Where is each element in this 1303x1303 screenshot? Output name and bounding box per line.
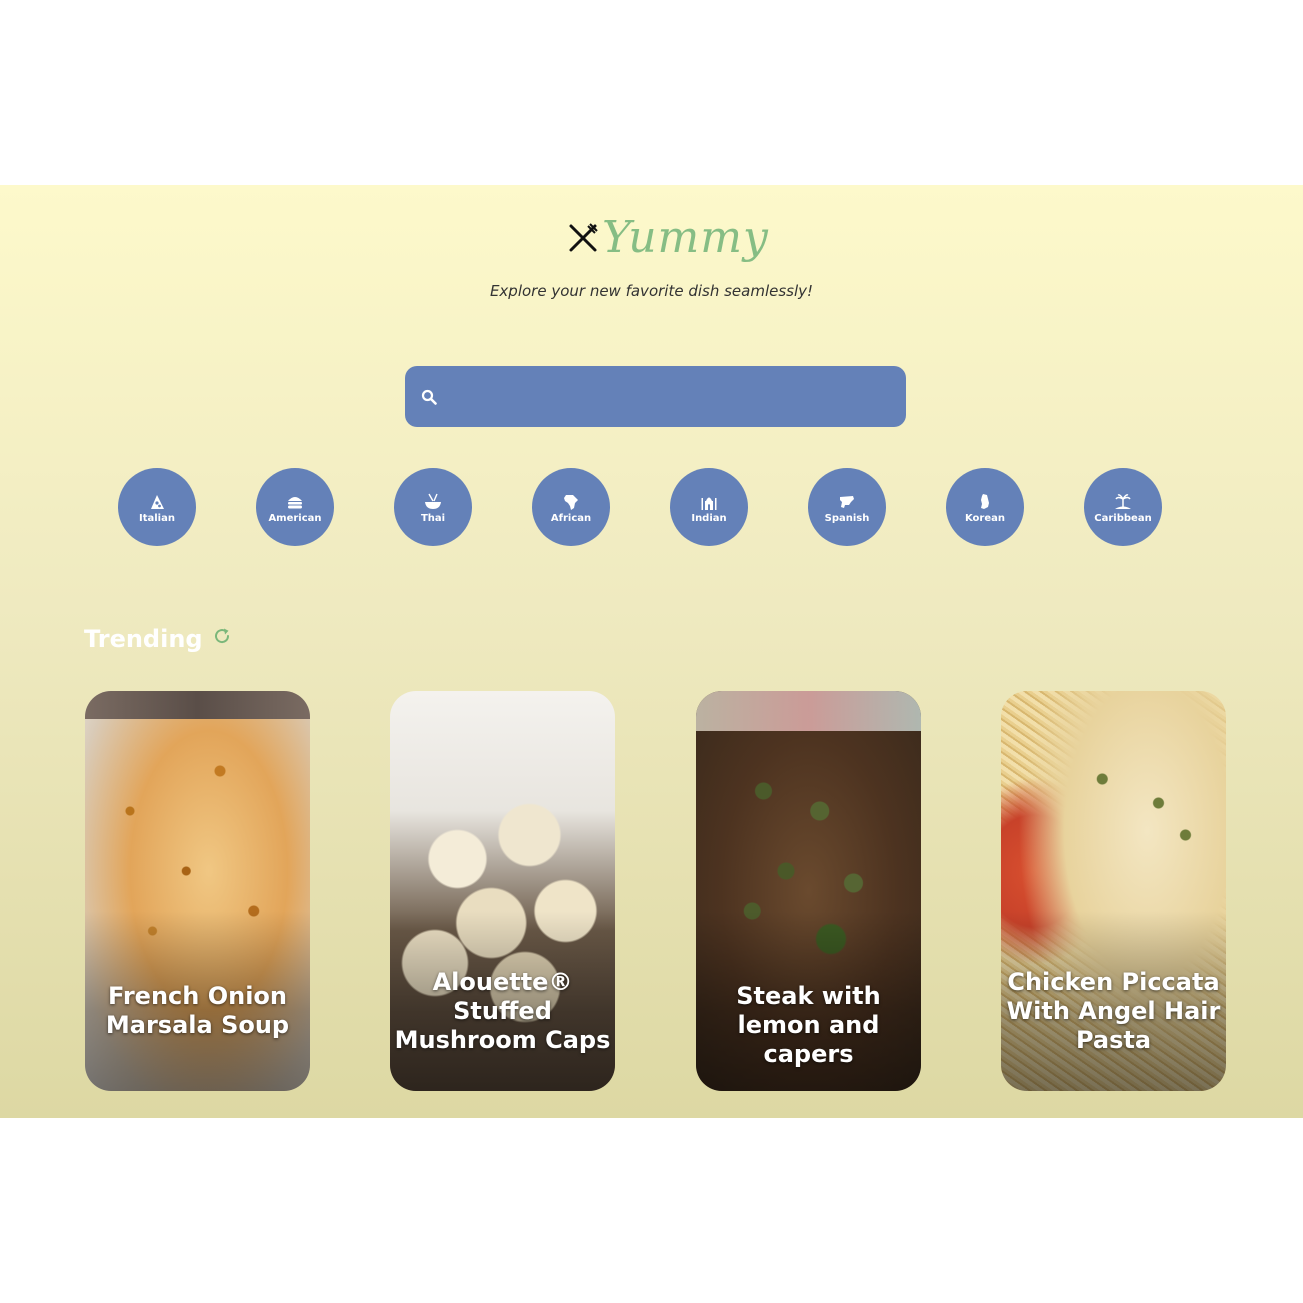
cuisine-button-spanish[interactable]: Spanish [808,468,886,546]
cuisine-label: Indian [691,513,727,524]
logo[interactable]: Yummy [566,210,769,266]
trending-header: Trending [84,622,231,656]
recipe-card[interactable]: Alouette® Stuffed Mushroom Caps [390,691,615,1091]
africa-map-icon [564,495,578,510]
cuisine-button-indian[interactable]: Indian [670,468,748,546]
hamburger-icon [288,497,302,509]
cuisine-label: Korean [964,513,1006,524]
cuisine-button-american[interactable]: American [256,468,334,546]
cuisine-button-korean[interactable]: Korean [946,468,1024,546]
search-bar[interactable] [405,366,906,427]
refresh-icon[interactable] [213,627,231,645]
card-title: Chicken Piccata With Angel Hair Pasta [1006,968,1221,1054]
korea-map-icon [981,494,989,509]
trending-title: Trending [84,625,203,653]
cuisine-button-caribbean[interactable]: Caribbean [1084,468,1162,546]
cuisine-label: American [268,513,322,524]
logo-text: Yummy [602,212,769,263]
card-title: French Onion Marsala Soup [105,982,290,1039]
cuisine-button-thai[interactable]: Thai [394,468,472,546]
cuisine-label: Spanish [824,513,870,524]
card-title: Alouette® Stuffed Mushroom Caps [394,968,611,1054]
search-icon [421,389,437,405]
recipe-card[interactable]: French Onion Marsala Soup [85,691,310,1091]
cuisine-button-african[interactable]: African [532,468,610,546]
card-title: Steak with lemon and capers [736,982,881,1068]
noodle-bowl-icon [425,493,441,509]
search-input[interactable] [447,366,906,427]
spain-map-icon [840,496,854,508]
island-icon [1115,494,1131,509]
recipe-card[interactable]: Steak with lemon and capers [696,691,921,1091]
cuisine-list: Italian American Thai African Indian Spa… [0,468,1303,546]
cuisine-label: Italian [139,513,175,524]
fork-knife-icon [569,223,598,252]
recipe-card[interactable]: Chicken Piccata With Angel Hair Pasta [1001,691,1226,1091]
taj-mahal-icon [701,497,717,510]
pizza-icon [151,495,164,509]
cuisine-button-italian[interactable]: Italian [118,468,196,546]
tagline: Explore your new favorite dish seamlessl… [489,282,814,300]
cuisine-label: Caribbean [1094,513,1152,524]
cuisine-label: African [550,513,592,524]
cuisine-label: Thai [420,513,446,524]
